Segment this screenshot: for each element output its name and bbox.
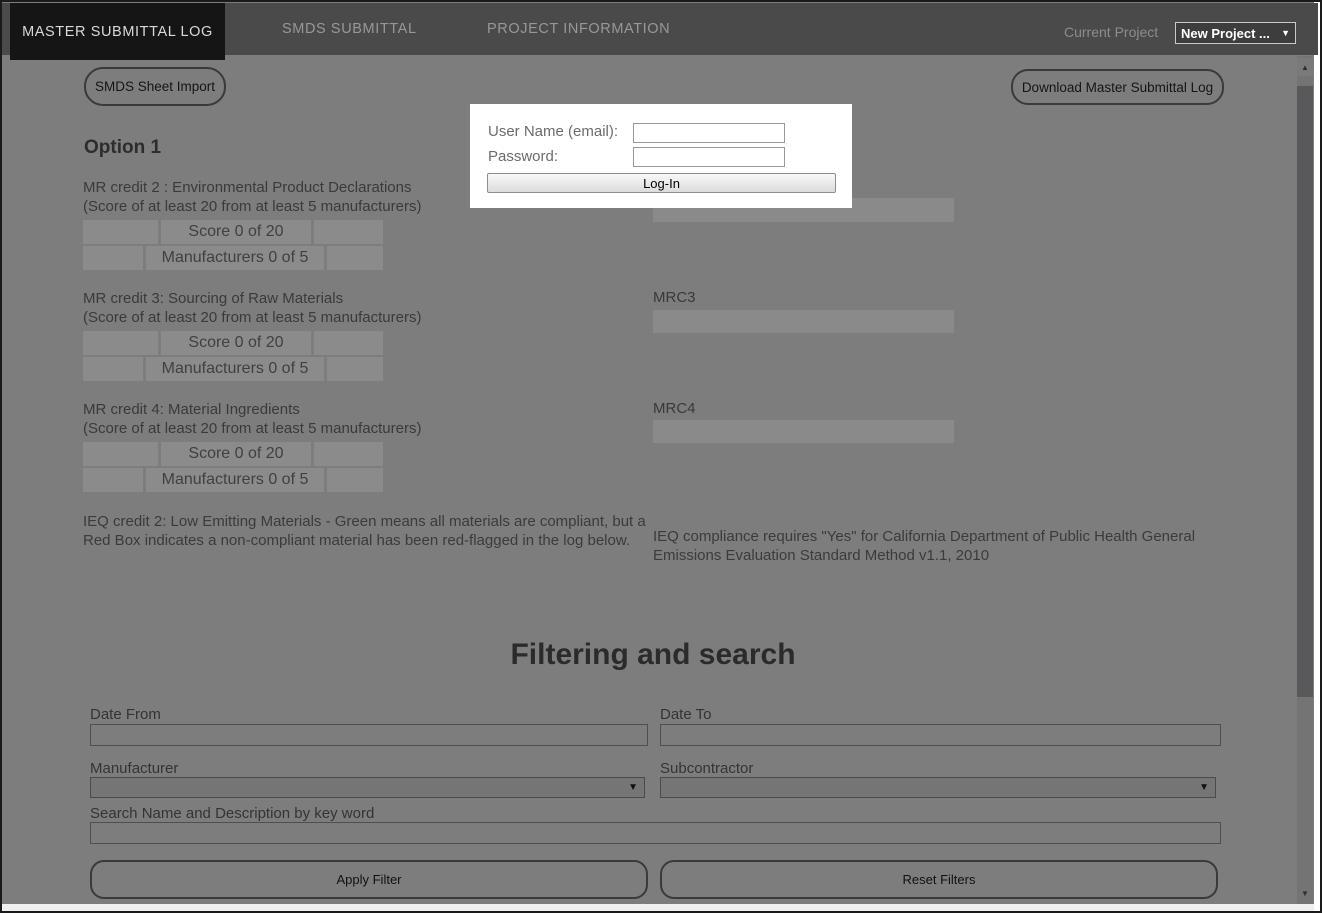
- score-cell-left: [83, 331, 158, 355]
- score-cell-text: Score 0 of 20: [161, 220, 311, 244]
- manufacturer-label: Manufacturer: [90, 760, 178, 777]
- tab-project-information[interactable]: PROJECT INFORMATION: [487, 3, 670, 55]
- username-label: User Name (email):: [488, 123, 618, 140]
- scrollbar-thumb[interactable]: [1297, 86, 1313, 697]
- score-cell-left: [83, 220, 158, 244]
- scroll-down-icon[interactable]: ▼: [1297, 884, 1313, 902]
- mr-credit-4-score-row: Score 0 of 20: [83, 442, 383, 466]
- project-select-value: New Project ...: [1181, 26, 1277, 41]
- manufacturers-cell-right: [327, 468, 383, 492]
- mr-credit-2-score-row: Score 0 of 20: [83, 220, 383, 244]
- password-field[interactable]: [633, 147, 785, 167]
- date-to-label: Date To: [660, 706, 711, 723]
- mrc3-label: MRC3: [653, 289, 696, 306]
- score-cell-left: [83, 442, 158, 466]
- mrc3-input-box[interactable]: [653, 310, 954, 333]
- tab-smds-submittal[interactable]: SMDS SUBMITTAL: [282, 3, 417, 55]
- search-keyword-input[interactable]: [90, 822, 1221, 844]
- date-from-label: Date From: [90, 706, 161, 723]
- mr-credit-4-subtitle: (Score of at least 20 from at least 5 ma…: [83, 419, 658, 438]
- subcontractor-label: Subcontractor: [660, 760, 753, 777]
- manufacturer-select[interactable]: ▼: [90, 777, 645, 798]
- smds-sheet-import-button[interactable]: SMDS Sheet Import: [84, 67, 226, 106]
- manufacturers-cell-text: Manufacturers 0 of 5: [146, 468, 324, 492]
- top-navigation-bar: MASTER SUBMITTAL LOG SMDS SUBMITTAL PROJ…: [2, 3, 1318, 55]
- login-overlay: User Name (email): Password: Log-In: [470, 104, 852, 208]
- reset-filters-button[interactable]: Reset Filters: [660, 860, 1218, 899]
- scroll-up-icon[interactable]: ▲: [1297, 58, 1313, 76]
- mr-credit-4-block: MR credit 4: Material Ingredients (Score…: [83, 400, 658, 492]
- log-in-button[interactable]: Log-In: [487, 173, 836, 193]
- manufacturers-cell-left: [83, 357, 143, 381]
- option-1-heading: Option 1: [84, 137, 161, 159]
- tab-label: SMDS SUBMITTAL: [282, 21, 417, 37]
- ieq-compliance-note: IEQ compliance requires "Yes" for Califo…: [653, 527, 1198, 565]
- score-cell-right: [314, 331, 383, 355]
- app-window: MASTER SUBMITTAL LOG SMDS SUBMITTAL PROJ…: [0, 0, 1322, 913]
- mrc4-input-box[interactable]: [653, 420, 954, 443]
- apply-filter-button[interactable]: Apply Filter: [90, 860, 648, 899]
- date-to-input[interactable]: [660, 724, 1221, 746]
- tab-master-submittal-log[interactable]: MASTER SUBMITTAL LOG: [10, 3, 225, 60]
- current-project-label: Current Project: [1064, 24, 1158, 40]
- mrc4-label: MRC4: [653, 400, 696, 417]
- mr-credit-3-title: MR credit 3: Sourcing of Raw Materials: [83, 289, 658, 308]
- manufacturers-cell-left: [83, 246, 143, 270]
- manufacturers-cell-right: [327, 246, 383, 270]
- chevron-down-icon: ▼: [1281, 28, 1290, 38]
- score-cell-right: [314, 442, 383, 466]
- subcontractor-select[interactable]: ▼: [660, 777, 1216, 798]
- chevron-down-icon: ▼: [628, 782, 638, 793]
- project-select[interactable]: New Project ... ▼: [1175, 22, 1296, 44]
- horizontal-scrollbar-track[interactable]: [2, 904, 1314, 911]
- mr-credit-4-title: MR credit 4: Material Ingredients: [83, 400, 658, 419]
- score-cell-text: Score 0 of 20: [161, 442, 311, 466]
- search-keyword-label: Search Name and Description by key word: [90, 805, 374, 822]
- mr-credit-3-score-row: Score 0 of 20: [83, 331, 383, 355]
- download-master-submittal-log-button[interactable]: Download Master Submittal Log: [1011, 69, 1224, 105]
- filtering-and-search-heading: Filtering and search: [0, 638, 1306, 672]
- mr-credit-4-manufacturers-row: Manufacturers 0 of 5: [83, 468, 383, 492]
- chevron-down-icon: ▼: [1199, 782, 1209, 793]
- score-cell-right: [314, 220, 383, 244]
- username-field[interactable]: [633, 123, 785, 143]
- manufacturers-cell-right: [327, 357, 383, 381]
- vertical-scrollbar[interactable]: ▲ ▼: [1297, 56, 1313, 904]
- password-label: Password:: [488, 148, 558, 165]
- manufacturers-cell-left: [83, 468, 143, 492]
- ieq-credit-2-description: IEQ credit 2: Low Emitting Materials - G…: [83, 512, 648, 550]
- date-from-input[interactable]: [90, 724, 648, 746]
- manufacturers-cell-text: Manufacturers 0 of 5: [146, 357, 324, 381]
- tab-label: PROJECT INFORMATION: [487, 21, 670, 37]
- mr-credit-3-block: MR credit 3: Sourcing of Raw Materials (…: [83, 289, 658, 381]
- mr-credit-3-subtitle: (Score of at least 20 from at least 5 ma…: [83, 308, 658, 327]
- mr-credit-2-manufacturers-row: Manufacturers 0 of 5: [83, 246, 383, 270]
- right-edge-strip: [1314, 2, 1320, 911]
- score-cell-text: Score 0 of 20: [161, 331, 311, 355]
- tab-label: MASTER SUBMITTAL LOG: [22, 24, 213, 40]
- manufacturers-cell-text: Manufacturers 0 of 5: [146, 246, 324, 270]
- mr-credit-3-manufacturers-row: Manufacturers 0 of 5: [83, 357, 383, 381]
